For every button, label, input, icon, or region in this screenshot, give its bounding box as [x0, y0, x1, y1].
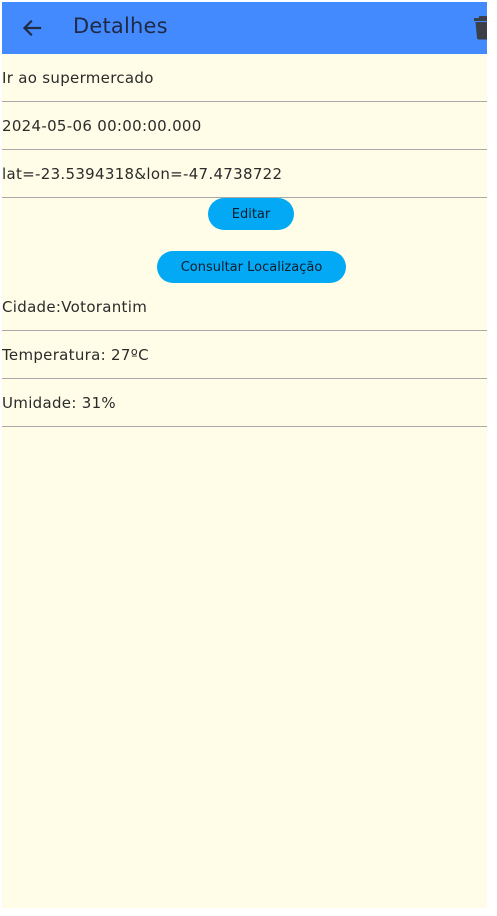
temperature-text: Temperatura: 27ºC [2, 346, 149, 364]
temperature-row: Temperatura: 27ºC [2, 331, 487, 379]
city-row: Cidade:Votorantim [2, 283, 487, 331]
location-text: lat=-23.5394318&lon=-47.4738722 [2, 165, 283, 183]
city-text: Cidade:Votorantim [2, 298, 148, 316]
app-bar: Detalhes [2, 2, 487, 54]
edit-button[interactable]: Editar [208, 198, 294, 230]
back-button[interactable] [14, 10, 50, 46]
screen: Detalhes Ir ao supermercado 2024-05-06 0… [2, 2, 487, 908]
location-row: lat=-23.5394318&lon=-47.4738722 [2, 150, 487, 198]
delete-button[interactable] [470, 14, 487, 42]
description-row: Ir ao supermercado [2, 54, 487, 102]
description-text: Ir ao supermercado [2, 69, 154, 87]
humidity-text: Umidade: 31% [2, 394, 116, 412]
humidity-row: Umidade: 31% [2, 379, 487, 427]
date-text: 2024-05-06 00:00:00.000 [2, 117, 202, 135]
trash-icon [474, 16, 487, 40]
arrow-left-icon [22, 19, 42, 37]
page-title: Detalhes [73, 14, 168, 38]
check-location-button[interactable]: Consultar Localização [157, 251, 346, 283]
date-row: 2024-05-06 00:00:00.000 [2, 102, 487, 150]
